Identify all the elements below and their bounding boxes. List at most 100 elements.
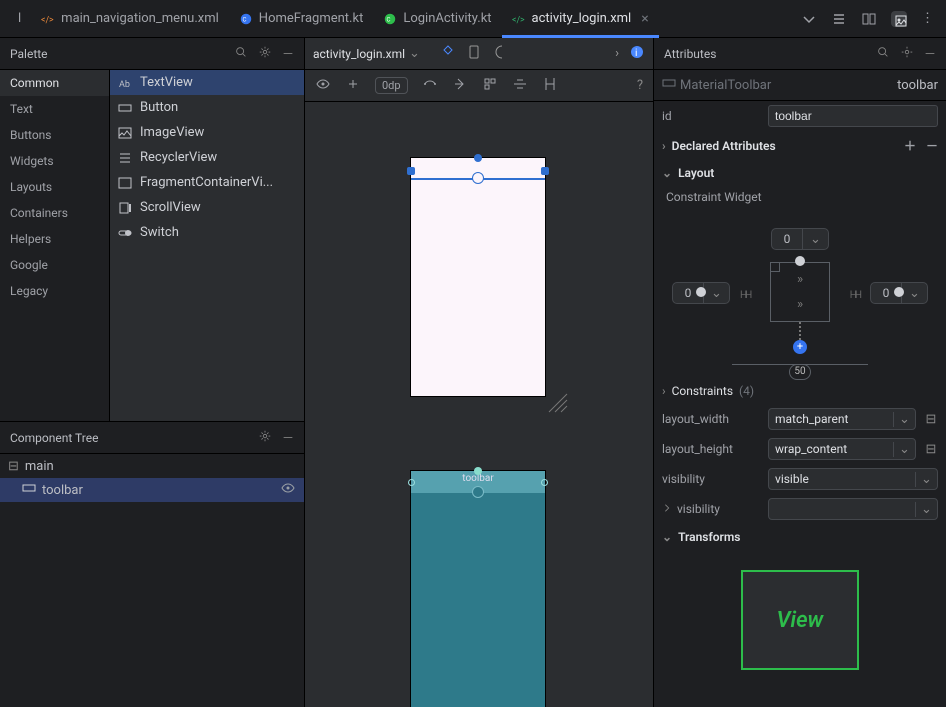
palette-item-fragmentcontainer[interactable]: FragmentContainerVi... [110, 170, 304, 195]
id-input[interactable] [768, 105, 938, 127]
align-icon[interactable] [512, 76, 528, 96]
left-anchor[interactable] [696, 287, 706, 297]
tabs-dropdown-icon[interactable] [801, 11, 817, 27]
palette-cat-buttons[interactable]: Buttons [0, 122, 109, 148]
property-flag-icon[interactable]: ⊟ [924, 442, 938, 457]
layout-height-dropdown[interactable]: wrap_content ⌄ [768, 438, 916, 460]
layout-header[interactable]: ⌄ Layout [654, 160, 946, 186]
chevron-down-icon[interactable]: ⌄ [915, 472, 937, 487]
palette-cat-layouts[interactable]: Layouts [0, 174, 109, 200]
baseline-handle[interactable] [472, 486, 484, 498]
remove-icon[interactable]: － [926, 137, 938, 154]
eye-icon[interactable] [315, 76, 331, 96]
split-icon[interactable] [861, 11, 877, 27]
resize-handle-left[interactable] [407, 167, 415, 175]
tree-root[interactable]: ⊟ main [0, 454, 304, 478]
blueprint-preview[interactable]: toolbar [410, 470, 546, 707]
more-icon[interactable]: ⋮ [921, 11, 934, 27]
tab-activity-login-xml[interactable]: </> activity_login.xml × [502, 1, 659, 37]
design-preview[interactable] [410, 157, 546, 397]
info-icon[interactable]: i [629, 44, 645, 64]
palette-cat-common[interactable]: Common [0, 70, 109, 96]
layout-width-dropdown[interactable]: match_parent ⌄ [768, 408, 916, 430]
right-anchor[interactable] [894, 287, 904, 297]
palette-item-switch[interactable]: Switch [110, 220, 304, 245]
visibility-icon[interactable] [280, 480, 296, 500]
palette-cat-widgets[interactable]: Widgets [0, 148, 109, 174]
visibility-dropdown[interactable]: visible ⌄ [768, 468, 938, 490]
selected-toolbar-blueprint[interactable]: toolbar [411, 471, 545, 493]
hide-icon[interactable]: － [282, 429, 294, 446]
search-icon[interactable] [876, 45, 890, 62]
tab-login-activity[interactable]: C LoginActivity.kt [373, 1, 501, 37]
constraint-handle-top[interactable] [474, 467, 482, 475]
chevron-down-icon[interactable]: ⌄ [409, 46, 420, 61]
chevron-down-icon[interactable]: ⌄ [802, 229, 828, 249]
help-icon[interactable]: ? [637, 78, 643, 93]
chevron-down-icon[interactable]: ⌄ [915, 502, 937, 517]
tab-truncated[interactable]: l [8, 1, 31, 37]
list-icon[interactable] [831, 11, 847, 27]
constraint-handle-top[interactable] [474, 154, 482, 162]
constraint-widget-label: Constraint Widget [654, 186, 946, 208]
resize-corner-icon[interactable] [547, 392, 569, 414]
bias-value[interactable]: 50 [789, 364, 811, 380]
night-mode-icon[interactable] [492, 44, 508, 64]
gear-icon[interactable] [900, 45, 914, 62]
chevron-down-icon[interactable]: ⌄ [893, 412, 915, 427]
tree-toolbar[interactable]: toolbar [0, 478, 304, 502]
search-icon[interactable] [234, 45, 248, 62]
declared-attrs-header[interactable]: › Declared Attributes ＋ － [654, 131, 946, 160]
palette-item-scrollview[interactable]: ScrollView [110, 195, 304, 220]
tab-label: activity_login.xml [532, 11, 632, 26]
palette-item-recyclerview[interactable]: RecyclerView [110, 145, 304, 170]
constraint-handle-left[interactable] [408, 479, 415, 486]
property-flag-icon[interactable]: ⊟ [924, 412, 938, 427]
palette-cat-legacy[interactable]: Legacy [0, 278, 109, 304]
pack-icon[interactable] [542, 76, 558, 96]
add-icon[interactable]: ＋ [904, 137, 916, 154]
hide-icon[interactable]: － [282, 45, 294, 62]
design-canvas[interactable]: toolbar [305, 102, 653, 707]
add-bottom-constraint-icon[interactable]: + [793, 340, 807, 354]
tools-visibility-dropdown[interactable]: ⌄ [768, 498, 938, 520]
guidelines-icon[interactable] [482, 76, 498, 96]
baseline-handle[interactable] [472, 172, 484, 184]
svg-text:Ab: Ab [119, 80, 130, 90]
chevron-down-icon[interactable]: ⌄ [901, 283, 927, 303]
gear-icon[interactable] [258, 429, 272, 446]
hide-icon[interactable]: － [924, 45, 936, 62]
constraint-handle-right[interactable] [541, 479, 548, 486]
viewmode-design-icon[interactable] [440, 44, 456, 64]
fragment-icon [118, 176, 132, 190]
default-margin[interactable]: 0dp [375, 77, 408, 94]
gear-icon[interactable] [258, 45, 272, 62]
palette-cat-containers[interactable]: Containers [0, 200, 109, 226]
constraints-header[interactable]: › Constraints (4) [654, 378, 946, 404]
chevron-down-icon[interactable]: ⌄ [893, 442, 915, 457]
selected-toolbar-design[interactable] [411, 158, 545, 180]
autoconnect-icon[interactable] [345, 76, 361, 96]
palette-item-imageview[interactable]: ImageView [110, 120, 304, 145]
margin-top-input[interactable]: 0 ⌄ [771, 228, 829, 250]
infer-constraints-icon[interactable] [452, 76, 468, 96]
palette-cat-text[interactable]: Text [0, 96, 109, 122]
design-icon[interactable] [891, 11, 907, 27]
palette-item-textview[interactable]: Ab TextView [110, 70, 304, 95]
chevron-down-icon[interactable]: ⌄ [703, 283, 729, 303]
top-anchor[interactable] [795, 256, 805, 266]
constraint-widget[interactable]: 0 ⌄ 0 ⌄ 0 ⌄ »» + 50 HH HH [654, 208, 946, 378]
transforms-header[interactable]: ⌄ Transforms [654, 524, 946, 550]
palette-cat-helpers[interactable]: Helpers [0, 226, 109, 252]
chevron-right-icon[interactable]: › [615, 46, 619, 61]
editor-file-name[interactable]: activity_login.xml [313, 47, 405, 61]
clear-constraints-icon[interactable] [422, 76, 438, 96]
tab-home-fragment[interactable]: C HomeFragment.kt [229, 1, 374, 37]
margin-top-value[interactable]: 0 [772, 229, 802, 249]
resize-handle-right[interactable] [541, 167, 549, 175]
close-tab-icon[interactable]: × [641, 11, 648, 27]
orientation-icon[interactable] [466, 44, 482, 64]
palette-item-button[interactable]: Button [110, 95, 304, 120]
palette-cat-google[interactable]: Google [0, 252, 109, 278]
tab-main-nav[interactable]: </> main_navigation_menu.xml [31, 1, 229, 37]
